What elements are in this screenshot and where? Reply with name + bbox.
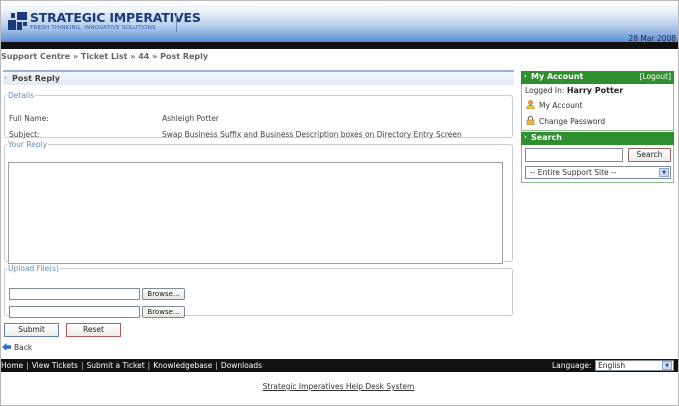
search-title: Search	[531, 133, 562, 142]
reply-legend: Your Reply	[8, 140, 48, 149]
breadcrumb-separator: »	[72, 52, 79, 61]
breadcrumb-ticket-list[interactable]: Ticket List	[81, 52, 128, 61]
browse-button-2[interactable]: Browse...	[142, 306, 185, 318]
panel-title: Post Reply	[12, 74, 60, 83]
breadcrumb-ticket-number[interactable]: 44	[138, 52, 149, 61]
reply-textarea[interactable]	[8, 162, 503, 264]
full-name-value: Ashleigh Potter	[162, 114, 219, 123]
my-account-box: Logged In: Harry Potter My Account Chang…	[521, 84, 674, 131]
my-account-link-label: My Account	[539, 101, 583, 110]
logged-in-user: Harry Potter	[566, 86, 624, 95]
footer-nav-bar: Home | View Tickets | Submit a Ticket | Knowle…	[1, 359, 678, 372]
breadcrumb-separator: »	[130, 52, 136, 61]
logged-in-status: Logged In: Harry Potter	[525, 86, 623, 95]
site-header: STRATEGIC IMPERATIVES FRESH THINKING, IN…	[1, 1, 678, 43]
file-input-1[interactable]	[9, 288, 140, 300]
full-name-label: Full Name:	[9, 114, 49, 123]
breadcrumb: Support Centre » Ticket List » 44 » Post…	[1, 52, 208, 61]
chevron-down-icon[interactable]: ▼	[659, 168, 669, 177]
breadcrumb-separator: »	[152, 52, 158, 61]
brand-logo[interactable]: STRATEGIC IMPERATIVES FRESH THINKING, IN…	[8, 10, 201, 34]
file-input-2[interactable]	[9, 306, 140, 318]
change-password-link[interactable]: Change Password	[526, 116, 605, 126]
header-divider	[176, 14, 177, 32]
footer-links: Home | View Tickets | Submit a Ticket | Knowle…	[1, 361, 262, 370]
search-scope-select[interactable]: -- Entire Support Site -- ▼	[525, 166, 671, 179]
back-arrow-icon	[2, 343, 11, 351]
my-account-link[interactable]: My Account	[526, 100, 583, 110]
user-icon	[526, 100, 535, 109]
submit-button[interactable]: Submit	[4, 323, 59, 337]
details-section: Details Full Name: Ashleigh Potter Subje…	[4, 91, 513, 139]
search-header: › Search	[521, 132, 674, 145]
reset-button[interactable]: Reset	[66, 323, 121, 337]
footer-separator: |	[147, 361, 151, 370]
panel-header: › Post Reply	[3, 70, 514, 85]
footer-link-view-tickets[interactable]: View Tickets	[32, 361, 78, 370]
chevron-right-icon: ›	[524, 133, 527, 141]
footer-separator: |	[215, 361, 218, 370]
brand-tagline: FRESH THINKING, INNOVATIVE SOLUTIONS	[30, 25, 156, 31]
breadcrumb-current: Post Reply	[160, 52, 209, 61]
chevron-right-icon: ›	[524, 72, 527, 80]
footer-system-name[interactable]: Strategic Imperatives Help Desk System	[0, 382, 677, 391]
subject-label: Subject:	[9, 130, 40, 139]
search-box: Search -- Entire Support Site -- ▼	[521, 145, 674, 183]
language-label: Language:	[552, 361, 592, 370]
footer-separator: |	[80, 361, 84, 370]
back-link[interactable]: Back	[2, 342, 32, 352]
footer-link-knowledgebase[interactable]: Knowledgebase	[153, 361, 212, 370]
language-value: English	[598, 361, 626, 370]
logged-in-label: Logged In:	[525, 86, 565, 95]
my-account-title: My Account	[531, 72, 584, 81]
subject-value: Swap Business Suffix and Business Descri…	[162, 130, 462, 139]
footer-link-home[interactable]: Home	[1, 361, 23, 370]
change-password-label: Change Password	[539, 117, 606, 126]
header-bottom-bar	[1, 42, 678, 49]
breadcrumb-support-centre[interactable]: Support Centre	[1, 52, 70, 61]
lock-icon	[526, 116, 535, 125]
footer-link-submit-ticket[interactable]: Submit a Ticket	[87, 361, 145, 370]
details-legend: Details	[8, 91, 35, 100]
chevron-right-icon: ›	[4, 73, 8, 82]
upload-legend: Upload File(s)	[8, 264, 59, 273]
footer-separator: |	[26, 361, 29, 370]
chevron-down-icon[interactable]: ▼	[662, 361, 672, 370]
logo-mark-icon	[8, 12, 27, 30]
reply-section: Your Reply	[4, 140, 513, 264]
logout-link[interactable]: [Logout]	[639, 72, 671, 81]
search-button[interactable]: Search	[628, 148, 671, 162]
language-select[interactable]: English ▼	[595, 360, 674, 371]
browse-button-1[interactable]: Browse...	[142, 288, 185, 300]
search-scope-value: -- Entire Support Site --	[530, 168, 617, 177]
upload-section: Upload File(s) Browse... Browse...	[4, 264, 513, 318]
back-label: Back	[14, 343, 33, 352]
search-input[interactable]	[525, 148, 623, 162]
footer-link-downloads[interactable]: Downloads	[221, 361, 262, 370]
my-account-header: › My Account [Logout]	[521, 71, 674, 84]
